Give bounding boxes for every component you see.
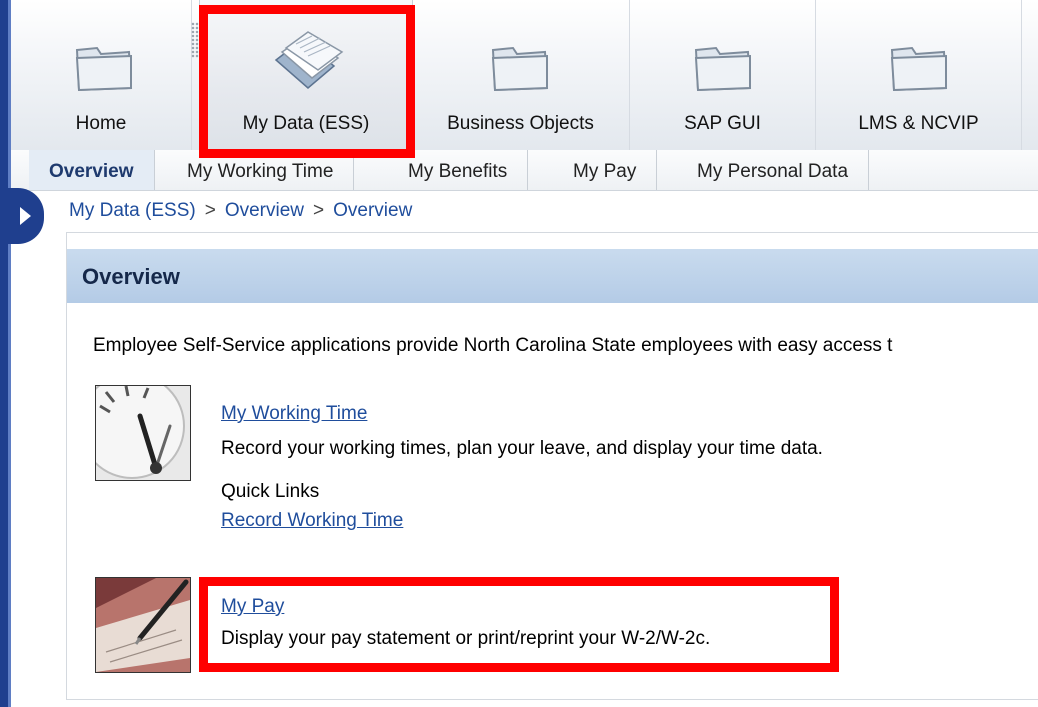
tab-sap-gui[interactable]: SAP GUI [630, 0, 816, 150]
quick-links-label: Quick Links [221, 481, 320, 502]
subtab-overview[interactable]: Overview [29, 150, 155, 190]
tab-my-data-ess[interactable]: My Data (ESS) [199, 0, 413, 150]
subtab-my-working-time[interactable]: My Working Time [167, 150, 355, 190]
panel-header: Overview [67, 249, 1038, 303]
tab-business-objects-label: Business Objects [447, 113, 594, 134]
record-working-time-link[interactable]: Record Working Time [221, 510, 403, 532]
tab-home[interactable]: Home [11, 0, 192, 150]
tab-lms-ncvip-label: LMS & NCVIP [858, 113, 979, 134]
tab-lms-ncvip[interactable]: LMS & NCVIP [816, 0, 1022, 150]
breadcrumb-item-current: Overview [333, 200, 413, 221]
check-signing-image [95, 577, 191, 673]
subtab-my-pay[interactable]: My Pay [553, 150, 658, 190]
top-navigation: Home My Data (ESS) Business Objects SAP … [11, 0, 1038, 151]
tab-home-label: Home [75, 113, 127, 134]
tab-my-data-ess-label: My Data (ESS) [242, 113, 370, 134]
folder-icon [694, 46, 752, 92]
folder-icon [75, 46, 133, 92]
tab-business-objects[interactable]: Business Objects [412, 0, 630, 150]
page-title: Overview [82, 264, 180, 289]
expand-navigation-button[interactable] [0, 188, 44, 244]
my-pay-description: Display your pay statement or print/repr… [221, 628, 711, 649]
breadcrumb: My Data (ESS) > Overview > Overview [69, 200, 412, 222]
folder-icon [890, 46, 948, 92]
breadcrumb-separator: > [204, 200, 216, 221]
intro-text: Employee Self-Service applications provi… [93, 335, 893, 356]
overview-panel: Overview Employee Self-Service applicati… [66, 232, 1038, 700]
my-pay-link[interactable]: My Pay [221, 596, 284, 618]
drag-grip[interactable] [191, 22, 199, 58]
folder-icon [491, 46, 549, 92]
clock-image [95, 385, 191, 481]
tab-sap-gui-label: SAP GUI [684, 113, 761, 134]
breadcrumb-item-my-data[interactable]: My Data (ESS) [69, 200, 196, 221]
sub-navigation: Overview My Working Time My Benefits My … [11, 150, 1038, 191]
my-working-time-link[interactable]: My Working Time [221, 403, 367, 425]
breadcrumb-item-overview[interactable]: Overview [225, 200, 304, 221]
subtab-my-benefits[interactable]: My Benefits [388, 150, 529, 190]
breadcrumb-separator: > [313, 200, 325, 221]
my-working-time-description: Record your working times, plan your lea… [221, 438, 823, 459]
subtab-my-personal-data[interactable]: My Personal Data [677, 150, 870, 190]
left-rail [0, 0, 8, 707]
documents-icon [274, 31, 344, 89]
